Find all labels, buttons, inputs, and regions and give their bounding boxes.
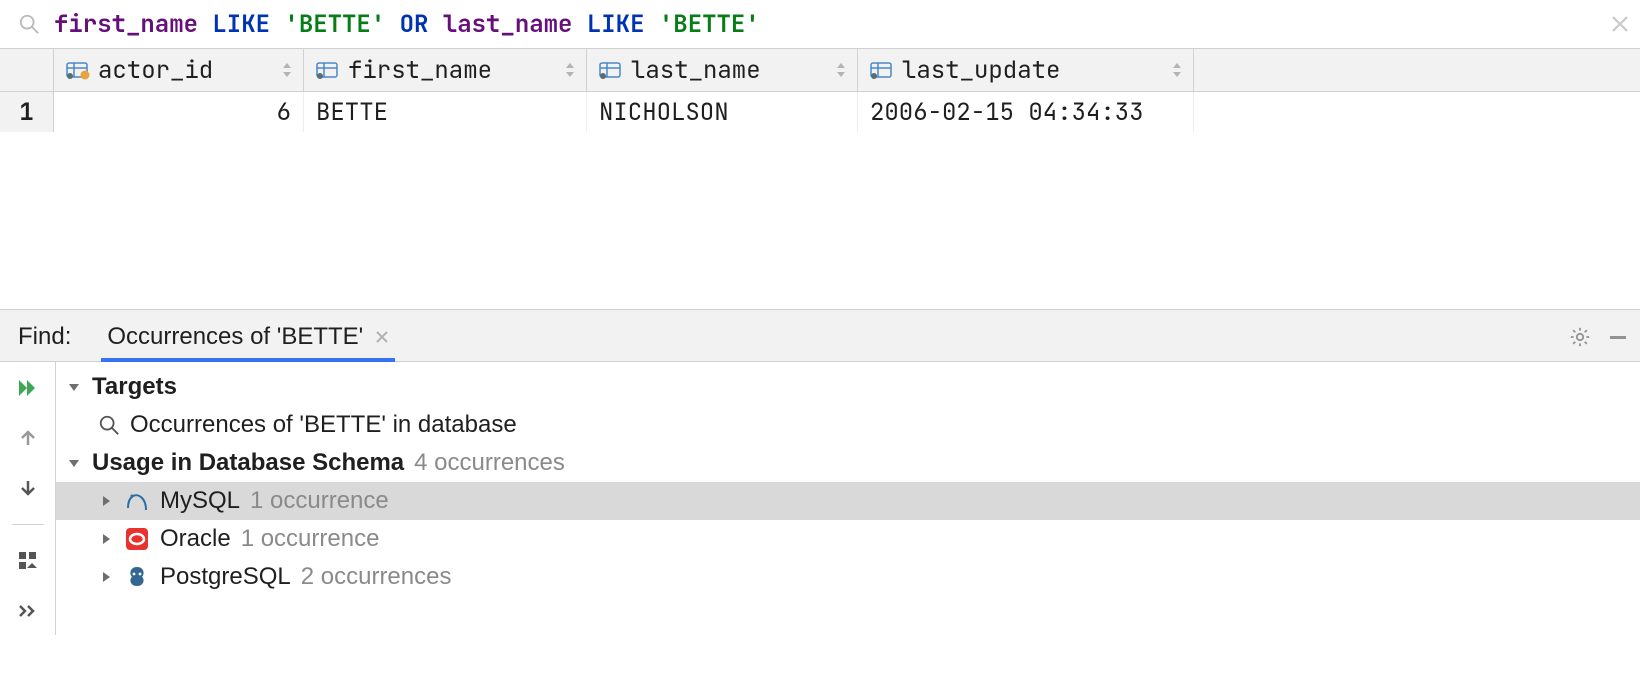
find-label: Find: [18,323,71,361]
column-header-last-name[interactable]: last_name [587,49,858,91]
sort-icon[interactable] [1171,61,1183,79]
play-icon [16,376,40,400]
tree-db-node[interactable]: Oracle 1 occurrence [56,520,1640,558]
db-name: MySQL [160,487,240,515]
rerun-button[interactable] [14,374,42,402]
column-icon [316,60,340,80]
usage-count-text: 4 occurrences [414,449,565,477]
tree-targets-line[interactable]: Occurrences of 'BETTE' in database [56,406,1640,444]
search-icon [98,414,120,436]
db-count: 1 occurrence [241,525,380,553]
column-header-last-update[interactable]: last_update [858,49,1194,91]
grid-icon [17,550,39,572]
filter-expression[interactable]: first_name LIKE 'BETTE' OR last_name LIK… [54,9,1610,40]
column-label: actor_id [98,55,213,86]
usage-heading-text: Usage in Database Schema [92,449,404,477]
grid-corner [0,49,54,91]
targets-heading-text: Targets [92,373,177,401]
filter-bar: first_name LIKE 'BETTE' OR last_name LIK… [0,0,1640,49]
cell-actor-id[interactable]: 6 [54,92,304,132]
chevron-right-icon [98,569,114,585]
db-icon [124,526,150,552]
column-label: last_name [631,55,761,86]
targets-line-text: Occurrences of 'BETTE' in database [130,411,517,439]
sort-icon[interactable] [564,61,576,79]
grid-header: actor_id first_name [0,49,1640,92]
table-row[interactable]: 1 6 BETTE NICHOLSON 2006-02-15 04:34:33 [0,92,1640,132]
expand-button[interactable] [14,597,42,625]
column-label: last_update [902,55,1060,86]
group-by-button[interactable] [14,547,42,575]
chevron-down-icon [66,455,82,471]
cell-first-name[interactable]: BETTE [304,92,587,132]
find-header: Find: Occurrences of 'BETTE' [0,310,1640,362]
db-name: Oracle [160,525,231,553]
settings-button[interactable] [1564,321,1596,353]
db-count: 1 occurrence [250,487,389,515]
arrow-down-icon [18,478,38,498]
clear-filter-icon[interactable] [1610,14,1630,34]
tree-db-node[interactable]: MySQL 1 occurrence [56,482,1640,520]
prev-occurrence-button[interactable] [14,424,42,452]
close-tab-icon[interactable] [375,330,389,344]
tree-usage-heading[interactable]: Usage in Database Schema 4 occurrences [56,444,1640,482]
db-count: 2 occurrences [301,563,452,591]
find-body: Targets Occurrences of 'BETTE' in databa… [0,362,1640,635]
db-name: PostgreSQL [160,563,291,591]
sort-icon[interactable] [281,61,293,79]
tree-targets-heading[interactable]: Targets [56,368,1640,406]
db-icon [124,488,150,514]
tree-db-node[interactable]: PostgreSQL 2 occurrences [56,558,1640,596]
column-header-first-name[interactable]: first_name [304,49,587,91]
chevron-right-double-icon [18,604,38,618]
find-gutter [0,362,56,635]
cell-last-name[interactable]: NICHOLSON [587,92,858,132]
arrow-up-icon [18,428,38,448]
search-icon [18,13,40,35]
column-header-actor-id[interactable]: actor_id [54,49,304,91]
hide-button[interactable] [1602,321,1634,353]
find-tab[interactable]: Occurrences of 'BETTE' [101,323,395,361]
column-icon [599,60,623,80]
result-grid: actor_id first_name [0,49,1640,310]
chevron-down-icon [66,379,82,395]
gutter-separator [12,524,44,525]
row-number: 1 [0,92,54,132]
column-label: first_name [348,55,492,86]
sort-icon[interactable] [835,61,847,79]
db-icon [124,564,150,590]
chevron-right-icon [98,493,114,509]
cell-last-update[interactable]: 2006-02-15 04:34:33 [858,92,1194,132]
gear-icon [1569,326,1591,348]
chevron-right-icon [98,531,114,547]
column-icon [870,60,894,80]
next-occurrence-button[interactable] [14,474,42,502]
find-panel: Find: Occurrences of 'BETTE' [0,310,1640,635]
key-column-icon [66,60,90,80]
find-tree: Targets Occurrences of 'BETTE' in databa… [56,362,1640,635]
find-tab-title: Occurrences of 'BETTE' [107,323,363,351]
minimize-icon [1607,326,1629,348]
